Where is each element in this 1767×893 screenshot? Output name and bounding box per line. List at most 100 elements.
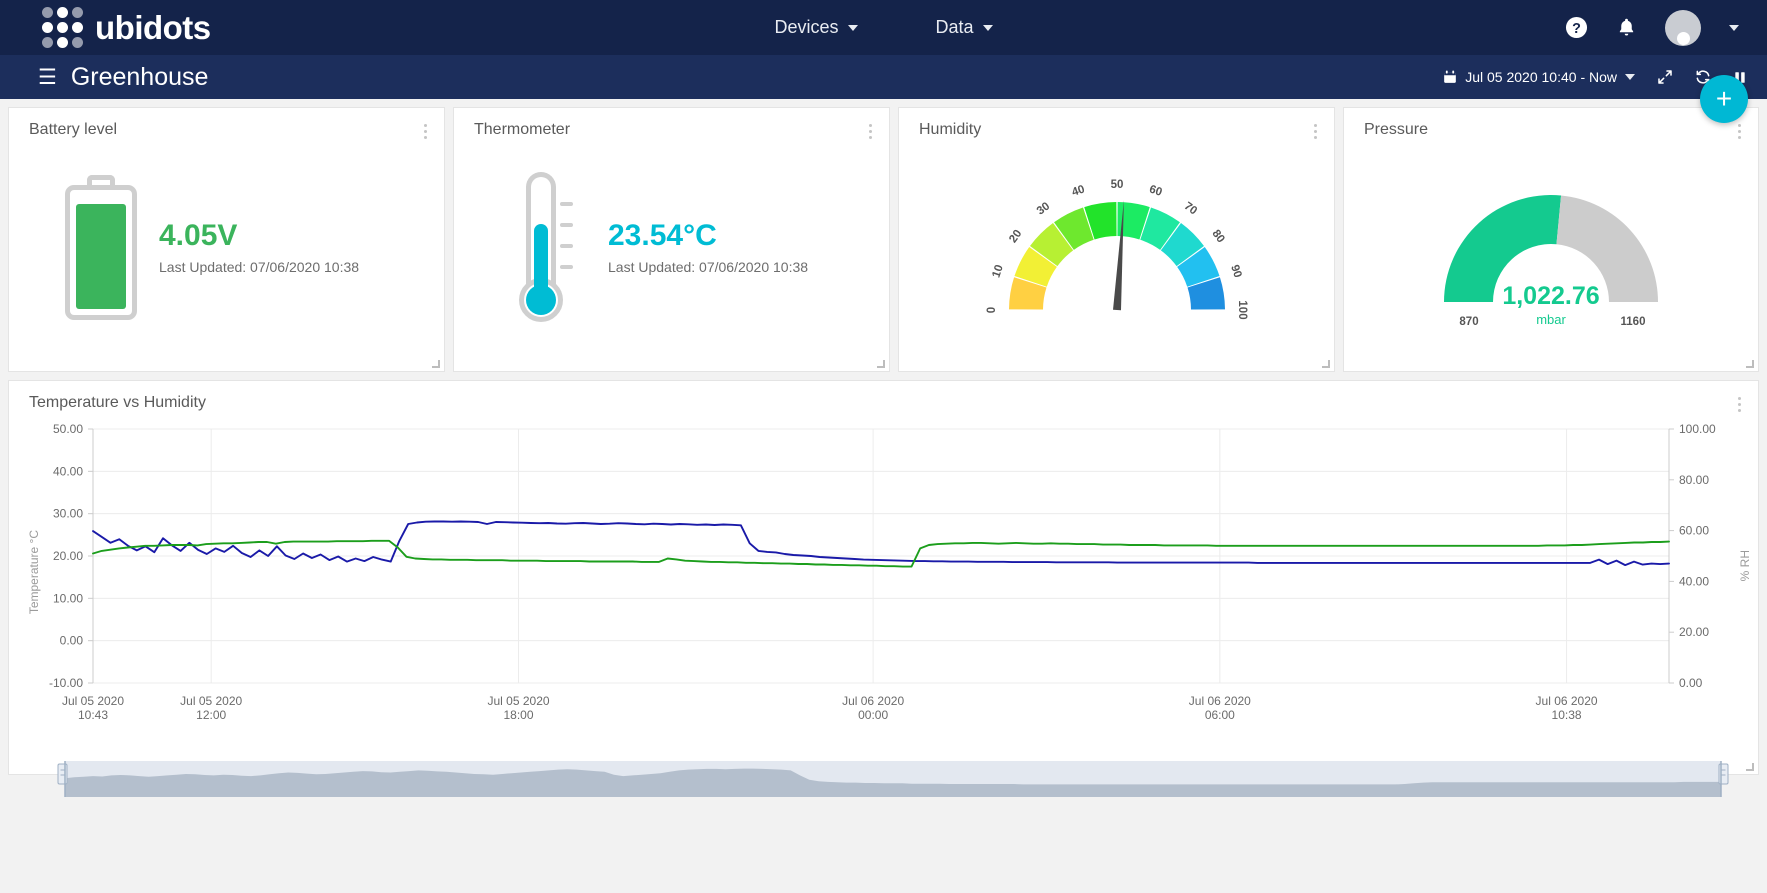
resize-handle[interactable] — [1746, 763, 1754, 771]
nav-item-data[interactable]: Data — [936, 17, 993, 38]
svg-text:80.00: 80.00 — [1679, 473, 1709, 487]
widget-menu-button[interactable] — [1735, 121, 1744, 142]
hamburger-icon[interactable]: ☰ — [38, 65, 57, 90]
svg-text:100: 100 — [1235, 300, 1247, 319]
widget-temperature-vs-humidity: Temperature vs Humidity 50.00 40.00 30.00 2… — [8, 380, 1759, 797]
svg-text:0: 0 — [986, 306, 998, 312]
widget-menu-button[interactable] — [1311, 121, 1320, 142]
date-range-label: Jul 05 2020 10:40 - Now — [1465, 69, 1617, 85]
widget-menu-button[interactable] — [1735, 394, 1744, 415]
svg-text:80: 80 — [1209, 227, 1226, 244]
svg-text:40: 40 — [1070, 183, 1086, 198]
date-range-selector[interactable]: Jul 05 2020 10:40 - Now — [1443, 69, 1635, 85]
page-title: ☰ Greenhouse — [38, 63, 208, 92]
svg-text:30: 30 — [1034, 200, 1051, 217]
widget-header: Thermometer — [454, 108, 889, 142]
widget-header: Battery level — [9, 108, 444, 142]
widget-body: 23.54°C Last Updated: 07/06/2020 10:38 — [454, 142, 889, 352]
widget-pressure: Pressure 870 1160 1,022.76 mbar — [1343, 107, 1759, 372]
battery-last-updated: Last Updated: 07/06/2020 10:38 — [159, 259, 360, 275]
svg-text:0.00: 0.00 — [1679, 676, 1703, 690]
range-navigator[interactable] — [9, 755, 1758, 803]
widget-body: 870 1160 1,022.76 mbar — [1344, 142, 1758, 352]
chevron-down-icon[interactable] — [1729, 24, 1739, 31]
svg-text:18:00: 18:00 — [504, 708, 534, 722]
svg-text:10: 10 — [990, 263, 1005, 279]
widget-header: Humidity — [899, 108, 1334, 142]
svg-text:40.00: 40.00 — [1679, 574, 1709, 588]
add-widget-label: + — [1715, 83, 1733, 114]
pressure-gauge-chart: 870 1160 1,022.76 mbar — [1444, 194, 1658, 328]
svg-text:1160: 1160 — [1621, 316, 1646, 328]
thermometer-last-updated: Last Updated: 07/06/2020 10:38 — [608, 259, 809, 275]
ubidots-logo[interactable]: ubidots — [42, 7, 211, 48]
svg-text:10.00: 10.00 — [53, 591, 83, 605]
svg-text:Jul 06 2020: Jul 06 2020 — [1189, 694, 1251, 708]
nav-item-devices-label: Devices — [774, 17, 839, 37]
widget-title: Humidity — [919, 121, 982, 138]
y2-axis-title: % RH — [1738, 550, 1752, 582]
chart-plot-area: 50.00 40.00 30.00 20.00 10.00 0.00 -10.00 100.0… — [9, 415, 1758, 755]
add-widget-button[interactable]: + — [1700, 75, 1748, 123]
svg-text:10:38: 10:38 — [1552, 708, 1582, 722]
svg-text:20: 20 — [1007, 227, 1024, 244]
brand-name: ubidots — [95, 8, 211, 46]
svg-text:20.00: 20.00 — [1679, 625, 1709, 639]
top-nav-actions: ? — [1565, 9, 1739, 46]
widget-title: Battery level — [29, 121, 118, 138]
svg-text:Jul 06 2020: Jul 06 2020 — [842, 694, 904, 708]
svg-text:?: ? — [1572, 21, 1581, 37]
chevron-down-icon — [847, 24, 858, 31]
svg-text:40.00: 40.00 — [53, 464, 83, 478]
svg-text:50.00: 50.00 — [53, 422, 83, 436]
calendar-icon — [1444, 70, 1457, 83]
widget-body: 4.05V Last Updated: 07/06/2020 10:38 — [9, 142, 444, 352]
svg-text:60.00: 60.00 — [1679, 524, 1709, 538]
y-axis-title: Temperature °C — [27, 530, 41, 615]
svg-text:1,022.76: 1,022.76 — [1502, 282, 1599, 310]
svg-text:870: 870 — [1459, 316, 1478, 328]
svg-text:06:00: 06:00 — [1205, 708, 1235, 722]
svg-text:Jul 05 2020: Jul 05 2020 — [62, 694, 124, 708]
bell-icon[interactable] — [1616, 16, 1637, 39]
widget-humidity: Humidity 0 10 20 30 40 50 60 70 80 90 100 — [898, 107, 1335, 372]
svg-text:50: 50 — [1110, 179, 1123, 191]
widget-header: Pressure — [1344, 108, 1758, 142]
chevron-down-icon — [1625, 74, 1635, 80]
svg-text:10:43: 10:43 — [78, 708, 108, 722]
avatar[interactable] — [1665, 9, 1701, 46]
nav-item-data-label: Data — [935, 17, 974, 37]
humidity-gauge-chart: 0 10 20 30 40 50 60 70 80 90 100 — [986, 179, 1248, 320]
thermometer-icon — [512, 172, 586, 322]
resize-handle[interactable] — [432, 360, 440, 368]
svg-text:20.00: 20.00 — [53, 549, 83, 563]
svg-text:-10.00: -10.00 — [49, 676, 83, 690]
question-circle-icon[interactable]: ? — [1565, 16, 1588, 39]
thermometer-value: 23.54°C — [608, 219, 717, 252]
resize-handle[interactable] — [877, 360, 885, 368]
battery-icon — [65, 174, 137, 320]
widget-menu-button[interactable] — [866, 121, 875, 142]
nav-item-devices[interactable]: Devices — [774, 17, 858, 38]
widget-title: Pressure — [1364, 121, 1429, 138]
expand-icon[interactable] — [1657, 69, 1673, 85]
svg-text:0.00: 0.00 — [60, 634, 84, 648]
line-chart-svg[interactable]: 50.00 40.00 30.00 20.00 10.00 0.00 -10.00 100.0… — [9, 415, 1758, 755]
svg-text:60: 60 — [1147, 183, 1163, 198]
widget-menu-button[interactable] — [421, 121, 430, 142]
metric-readout: 4.05V Last Updated: 07/06/2020 10:38 — [159, 219, 359, 275]
widget-thermometer: Thermometer 23.54°C Last Updated: 07/06/… — [453, 107, 890, 372]
resize-handle[interactable] — [1746, 360, 1754, 368]
svg-text:12:00: 12:00 — [196, 708, 226, 722]
svg-text:Jul 06 2020: Jul 06 2020 — [1536, 694, 1598, 708]
dashboard-toolbar: ☰ Greenhouse Jul 05 2020 10:40 - Now + — [0, 55, 1767, 123]
widget-body: 0 10 20 30 40 50 60 70 80 90 100 — [899, 142, 1334, 352]
resize-handle[interactable] — [1322, 360, 1330, 368]
widget-title: Temperature vs Humidity — [29, 394, 206, 411]
svg-text:70: 70 — [1181, 200, 1198, 217]
svg-text:30.00: 30.00 — [53, 507, 83, 521]
dashboard-toolbar-actions: Jul 05 2020 10:40 - Now — [1443, 69, 1747, 85]
main-menu: Devices Data — [0, 0, 1767, 55]
svg-text:Jul 05 2020: Jul 05 2020 — [180, 694, 242, 708]
battery-value: 4.05V — [159, 219, 238, 252]
